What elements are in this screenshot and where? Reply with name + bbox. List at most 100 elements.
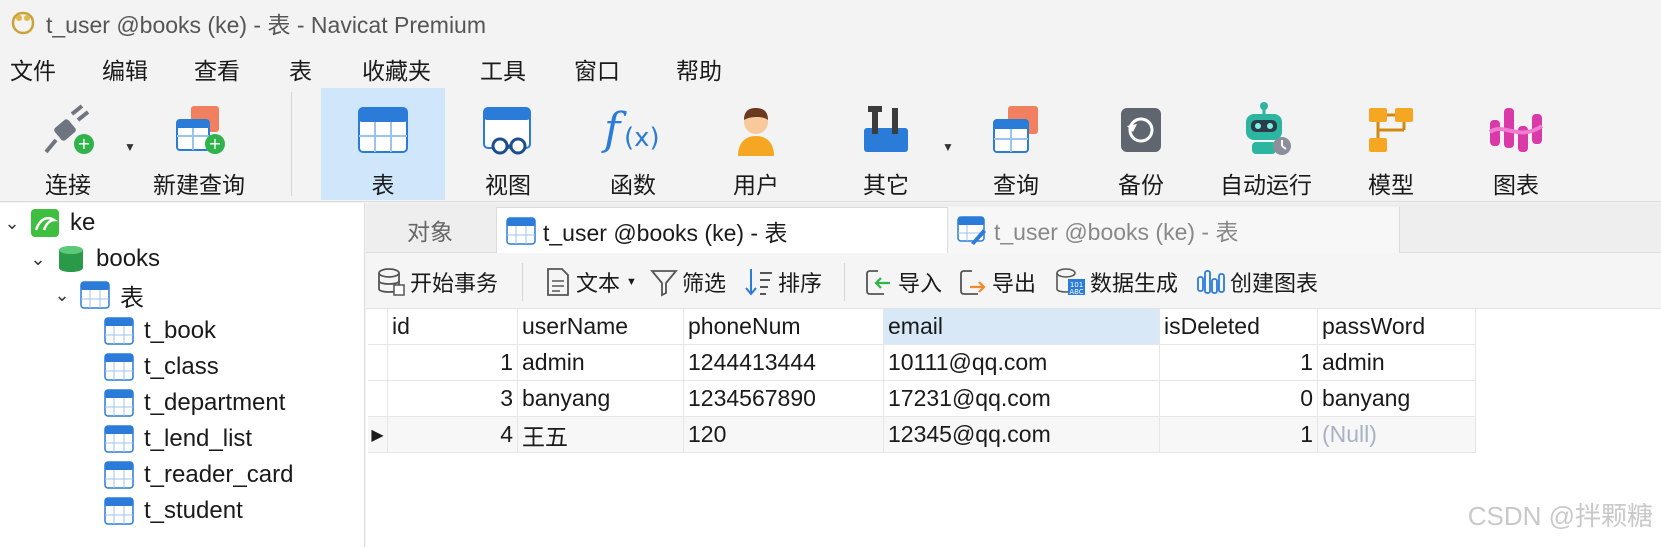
table-cell[interactable]: 4 (388, 417, 518, 453)
filter-button[interactable]: 筛选 (650, 265, 726, 299)
chart-button[interactable]: 图表 (1478, 88, 1554, 200)
chevron-down-icon[interactable]: ⌄ (2, 213, 22, 234)
menu-tools[interactable]: 工具 (480, 52, 526, 86)
svg-text:+: + (77, 134, 90, 153)
tools-icon (864, 106, 908, 152)
user-button[interactable]: 用户 (718, 88, 794, 200)
chevron-down-icon[interactable]: ▼ (626, 276, 637, 288)
table-cell[interactable]: banyang (1318, 381, 1476, 417)
table-cell[interactable]: 17231@qq.com (884, 381, 1160, 417)
import-button[interactable]: 导入 (864, 265, 942, 299)
menu-favorites[interactable]: 收藏夹 (362, 52, 431, 86)
query-button[interactable]: 查询 (978, 88, 1054, 200)
toolbar-separator (844, 263, 845, 301)
tab-t-user-active[interactable]: t_user @books (ke) - 表 (496, 207, 948, 253)
tab-objects[interactable]: 对象 (366, 207, 494, 253)
new-query-button[interactable]: + 新建查询 (150, 88, 248, 200)
column-header-email[interactable]: email (884, 309, 1160, 345)
column-header-phonenum[interactable]: phoneNum (684, 309, 884, 345)
connect-button[interactable]: + 连接 (28, 88, 108, 200)
menu-edit[interactable]: 编辑 (102, 52, 148, 86)
data-generation-label: 数据生成 (1090, 271, 1179, 296)
menu-window[interactable]: 窗口 (574, 52, 620, 86)
tree-connection-ke[interactable]: ⌄ ke (2, 205, 95, 241)
table-cell[interactable]: 12345@qq.com (884, 417, 1160, 453)
tree-table-item[interactable]: t_class (104, 349, 219, 385)
import-label: 导入 (898, 271, 943, 296)
table-cell[interactable]: 1244413444 (684, 345, 884, 381)
tree-tables-group[interactable]: ⌄ 表 (52, 277, 144, 313)
table-cell[interactable]: 王五 (518, 417, 684, 453)
model-icon (1369, 108, 1413, 152)
table-icon (104, 389, 134, 417)
automation-label: 自动运行 (1220, 172, 1312, 198)
data-generation-icon: 101ABC (1056, 268, 1085, 296)
menu-view[interactable]: 查看 (194, 52, 240, 86)
plug-icon: + (44, 104, 94, 154)
table-cell[interactable]: banyang (518, 381, 684, 417)
chart-label: 图表 (1493, 172, 1539, 198)
table-button[interactable]: 表 (321, 88, 445, 200)
table-cell[interactable]: 10111@qq.com (884, 345, 1160, 381)
other-dropdown-icon[interactable]: ▼ (942, 140, 954, 154)
chevron-down-icon[interactable]: ⌄ (28, 249, 48, 270)
row-marker[interactable] (368, 381, 388, 417)
table-design-icon (957, 216, 986, 245)
other-button[interactable]: 其它 (848, 88, 924, 200)
table-cell[interactable]: 3 (388, 381, 518, 417)
tree-table-item[interactable]: t_reader_card (104, 457, 293, 493)
main-toolbar: + 连接 ▼ + 新建查询 表 视图 f (x) 函数 用户 其它 ▼ 查询 备… (0, 88, 1661, 202)
table-cell[interactable]: 0 (1160, 381, 1318, 417)
tree-database-books[interactable]: ⌄ books (28, 241, 160, 277)
function-icon: f (x) (601, 104, 660, 155)
table-cell[interactable]: admin (518, 345, 684, 381)
tree-table-item[interactable]: t_student (104, 493, 243, 529)
tree-table-item[interactable]: t_lend_list (104, 421, 252, 457)
begin-transaction-button[interactable]: 开始事务 (376, 265, 498, 299)
tree-database-label: books (96, 245, 161, 272)
table-cell[interactable]: 1 (388, 345, 518, 381)
navicat-logo-icon (11, 11, 35, 35)
sort-button[interactable]: 排序 (744, 265, 822, 299)
automation-button[interactable]: 自动运行 (1216, 88, 1316, 200)
tab-active-label: t_user @books (ke) - 表 (543, 219, 788, 246)
data-generation-button[interactable]: 101 ABC 数据生成 (1054, 265, 1178, 299)
menu-table[interactable]: 表 (289, 52, 312, 86)
connect-label: 连接 (45, 172, 91, 198)
model-button[interactable]: 模型 (1353, 88, 1429, 200)
table-icon (506, 216, 536, 245)
row-marker[interactable] (368, 345, 388, 381)
tab-bar: 对象 t_user @books (ke) - 表 t_user @books … (366, 203, 1661, 253)
table-icon (104, 353, 134, 381)
view-label: 视图 (485, 172, 531, 198)
table-cell[interactable]: 1 (1160, 345, 1318, 381)
connect-dropdown-icon[interactable]: ▼ (124, 140, 136, 154)
menu-help[interactable]: 帮助 (676, 52, 722, 86)
table-cell[interactable]: 1 (1160, 417, 1318, 453)
chevron-down-icon[interactable]: ⌄ (52, 285, 72, 306)
column-header-isdeleted[interactable]: isDeleted (1160, 309, 1318, 345)
text-view-button[interactable]: 文本 ▼ (544, 265, 637, 299)
table-cell[interactable]: admin (1318, 345, 1476, 381)
user-icon (738, 108, 774, 156)
menu-file[interactable]: 文件 (10, 52, 56, 86)
backup-button[interactable]: 备份 (1103, 88, 1179, 200)
column-header-username[interactable]: userName (518, 309, 684, 345)
column-header-id[interactable]: id (388, 309, 518, 345)
function-button[interactable]: f (x) 函数 (595, 88, 671, 200)
tree-table-label: t_student (144, 497, 243, 524)
tab-t-user-design[interactable]: t_user @books (ke) - 表 (948, 207, 1400, 253)
view-button[interactable]: 视图 (470, 88, 546, 200)
table-cell-null[interactable]: (Null) (1318, 417, 1476, 453)
current-row-indicator-icon[interactable]: ▶ (368, 417, 388, 453)
function-label: 函数 (610, 172, 656, 198)
tree-table-item[interactable]: t_book (104, 313, 216, 349)
create-chart-button[interactable]: 创建图表 (1196, 265, 1318, 299)
export-button[interactable]: 导出 (958, 265, 1036, 299)
text-view-label: 文本 (576, 271, 621, 296)
table-cell[interactable]: 120 (684, 417, 884, 453)
svg-text:ABC: ABC (1069, 288, 1083, 296)
tree-table-item[interactable]: t_department (104, 385, 285, 421)
column-header-password[interactable]: passWord (1318, 309, 1476, 345)
table-cell[interactable]: 1234567890 (684, 381, 884, 417)
